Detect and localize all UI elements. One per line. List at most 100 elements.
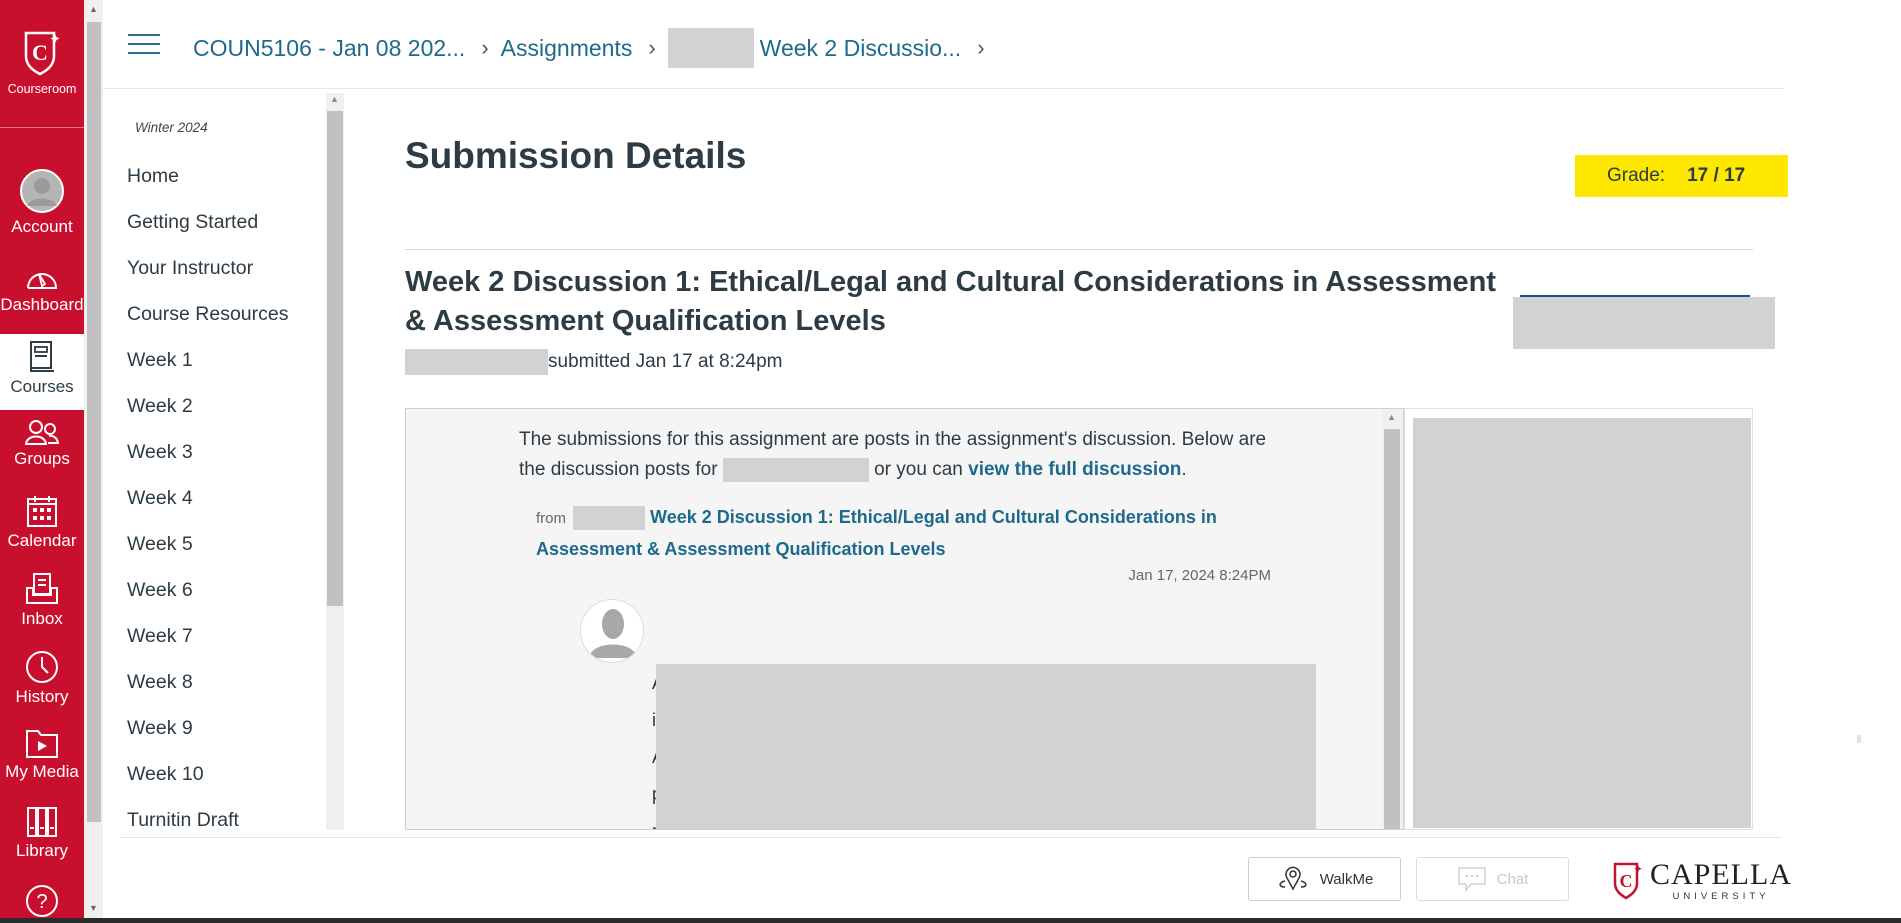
taskbar-edge	[0, 918, 1901, 923]
courseroom-logo-link[interactable]: C Courseroom	[0, 0, 84, 128]
breadcrumb-course[interactable]: COUN5106 - Jan 08 202...	[193, 35, 465, 62]
grade-display: Grade: 17 / 17	[1575, 155, 1788, 197]
gnav-my-media-label: My Media	[5, 762, 79, 781]
gnav-dashboard[interactable]: Dashboard	[0, 264, 84, 315]
gnav-courses-label: Courses	[10, 377, 74, 396]
post-date: Jan 17, 2024 8:24PM	[1128, 567, 1271, 584]
divider	[405, 249, 1753, 250]
chevron-right-icon: ›	[481, 35, 489, 60]
view-full-discussion-link[interactable]: view the full discussion	[968, 459, 1181, 480]
grade-label: Grade:	[1607, 165, 1666, 186]
gnav-history[interactable]: History	[0, 650, 84, 707]
chat-button[interactable]: Chat	[1416, 857, 1569, 901]
gnav-history-label: History	[15, 687, 69, 706]
groups-icon	[24, 420, 60, 445]
capella-shield-icon: C	[24, 31, 60, 76]
scroll-up-arrow-icon[interactable]: ▲	[330, 94, 339, 104]
gnav-inbox[interactable]: Inbox	[0, 572, 84, 629]
from-label: from	[536, 510, 566, 527]
gnav-my-media[interactable]: My Media	[0, 729, 84, 782]
course-nav-item-week-5[interactable]: Week 5	[127, 533, 193, 556]
course-nav-item-week-1[interactable]: Week 1	[127, 349, 193, 372]
global-nav-scrollbar[interactable]: ▲ ▼	[84, 0, 103, 923]
gnav-library[interactable]: Library	[0, 806, 84, 861]
history-clock-icon	[26, 651, 58, 683]
inbox-icon	[26, 573, 58, 604]
page-header: COUN5106 - Jan 08 202... › Assignments ›…	[103, 0, 1783, 89]
courses-book-icon	[30, 341, 54, 372]
chat-label: Chat	[1496, 870, 1529, 888]
gnav-account-label: Account	[11, 217, 73, 236]
scroll-up-arrow-icon[interactable]: ▲	[1387, 412, 1396, 422]
page-title: Submission Details	[405, 135, 747, 176]
course-nav-item-week-3[interactable]: Week 3	[127, 441, 193, 464]
course-nav-item-your-instructor[interactable]: Your Instructor	[127, 257, 253, 280]
walkme-pin-icon	[1279, 866, 1307, 891]
course-nav-item-week-8[interactable]: Week 8	[127, 671, 193, 694]
frame-scrollbar[interactable]: ▲	[1382, 409, 1402, 829]
courseroom-label: Courseroom	[7, 82, 77, 96]
gnav-calendar[interactable]: Calendar	[0, 494, 84, 551]
gnav-courses[interactable]: Courses	[0, 334, 84, 410]
course-nav-item-week-7[interactable]: Week 7	[127, 625, 193, 648]
gnav-calendar-label: Calendar	[7, 531, 77, 550]
gnav-account[interactable]: Account	[0, 168, 84, 237]
redacted-region	[667, 28, 754, 68]
course-nav: Winter 2024 Home Getting Started Your Inst…	[120, 95, 326, 830]
capella-university-logo: C CAPELLA UNIVERSITY	[1612, 860, 1792, 902]
scrollbar-thumb[interactable]	[87, 22, 101, 822]
scrollbar-thumb[interactable]	[327, 111, 343, 606]
redacted-student-name	[722, 457, 869, 482]
avatar	[580, 599, 644, 663]
scrollbar-thumb[interactable]	[1384, 429, 1400, 829]
divider	[120, 837, 1782, 838]
gnav-groups[interactable]: Groups	[0, 418, 84, 469]
global-nav: C Courseroom Account Dashboard Courses G…	[0, 0, 84, 923]
my-media-folder-icon	[26, 730, 58, 758]
scroll-up-arrow-icon[interactable]: ▲	[89, 4, 98, 14]
svg-text:C: C	[1620, 871, 1633, 891]
account-avatar-icon	[20, 169, 64, 213]
gnav-library-label: Library	[16, 841, 68, 860]
svg-text:C: C	[32, 40, 48, 65]
breadcrumb-assignment[interactable]: Week 2 Discussio...	[760, 35, 962, 62]
course-nav-item-week-2[interactable]: Week 2	[127, 395, 193, 418]
scroll-down-arrow-icon[interactable]: ▼	[89, 903, 98, 913]
decorative-mark	[1857, 735, 1861, 743]
svg-text:?: ?	[36, 891, 47, 913]
course-nav-item-home[interactable]: Home	[127, 165, 179, 188]
redacted-region	[1413, 418, 1751, 828]
side-panel	[1404, 408, 1753, 830]
redacted-post-body	[656, 664, 1316, 829]
submission-info: submitted Jan 17 at 8:24pm	[405, 349, 782, 375]
course-nav-item-course-resources[interactable]: Course Resources	[127, 303, 288, 326]
capella-shield-icon: C	[1613, 862, 1642, 900]
help-question-icon: ?	[26, 885, 58, 917]
discussion-submission-frame: The submissions for this assignment are …	[405, 408, 1404, 830]
course-nav-item-week-6[interactable]: Week 6	[127, 579, 193, 602]
redacted-student-name	[405, 349, 548, 375]
post-source: from Week 2 Discussion 1: Ethical/Legal …	[536, 502, 1256, 564]
course-nav-item-week-9[interactable]: Week 9	[127, 717, 193, 740]
intro-period: .	[1181, 459, 1187, 480]
course-nav-item-week-4[interactable]: Week 4	[127, 487, 193, 510]
chat-bubble-icon	[1457, 867, 1486, 892]
assignment-title: Week 2 Discussion 1: Ethical/Legal and C…	[405, 266, 1497, 337]
course-nav-item-getting-started[interactable]: Getting Started	[127, 211, 258, 234]
hamburger-menu-icon[interactable]	[128, 34, 160, 56]
chevron-right-icon: ›	[977, 35, 985, 60]
dashboard-gauge-icon	[27, 273, 58, 289]
gnav-inbox-label: Inbox	[21, 609, 63, 628]
course-nav-item-turnitin-draft[interactable]: Turnitin Draft	[127, 809, 239, 830]
library-books-icon	[27, 807, 57, 837]
course-nav-item-week-10[interactable]: Week 10	[127, 763, 204, 786]
brand-subtitle: UNIVERSITY	[1672, 891, 1770, 902]
walkme-button[interactable]: WalkMe	[1248, 857, 1401, 901]
submission-intro: The submissions for this assignment are …	[519, 425, 1279, 485]
chevron-right-icon: ›	[648, 35, 656, 60]
redacted-region	[573, 506, 646, 531]
brand-name: CAPELLA	[1650, 858, 1792, 891]
breadcrumb-assignments[interactable]: Assignments	[501, 35, 633, 62]
gnav-help[interactable]: ?	[0, 884, 84, 918]
course-nav-scrollbar[interactable]: ▲	[326, 93, 344, 830]
